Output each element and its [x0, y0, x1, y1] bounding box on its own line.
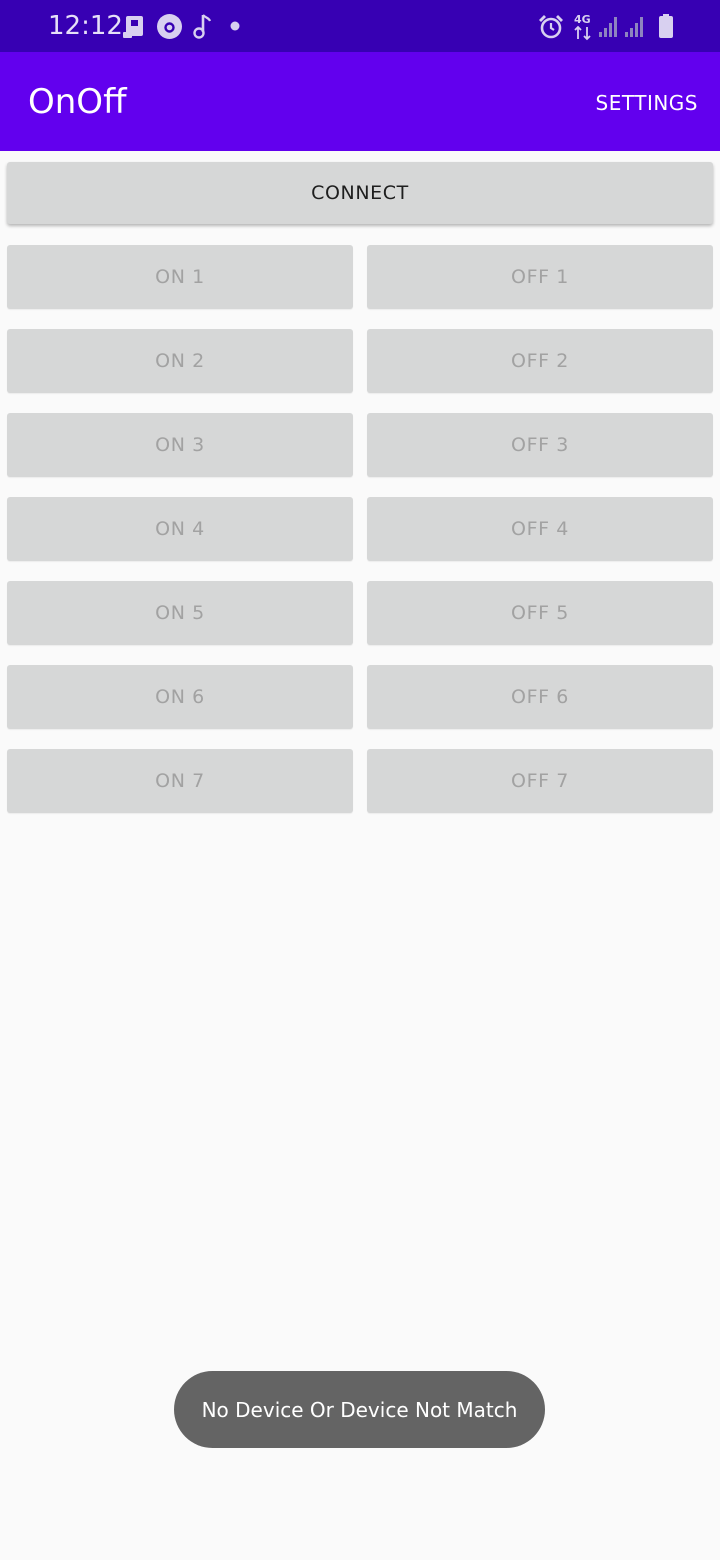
svg-text:4G: 4G: [574, 13, 591, 26]
app-bar: OnOff SETTINGS: [0, 52, 720, 151]
settings-button[interactable]: SETTINGS: [596, 90, 698, 116]
app-title: OnOff: [28, 82, 127, 122]
on-2-button[interactable]: ON 2: [7, 329, 353, 393]
off-6-button[interactable]: OFF 6: [367, 665, 713, 729]
on-7-button[interactable]: ON 7: [7, 749, 353, 813]
dot-icon: [230, 21, 240, 31]
status-time: 12:12: [48, 11, 123, 41]
off-1-button[interactable]: OFF 1: [367, 245, 713, 309]
on-5-button[interactable]: ON 5: [7, 581, 353, 645]
music-note-icon: [193, 14, 212, 39]
off-5-button[interactable]: OFF 5: [367, 581, 713, 645]
network-4g-icon: 4G: [574, 13, 591, 41]
toast-text: No Device Or Device Not Match: [201, 1397, 518, 1422]
connect-button[interactable]: CONNECT: [7, 162, 713, 224]
toast-message: No Device Or Device Not Match: [174, 1371, 545, 1448]
on-3-button[interactable]: ON 3: [7, 413, 353, 477]
status-bar: 12:12 4G: [0, 0, 720, 52]
off-4-button[interactable]: OFF 4: [367, 497, 713, 561]
alarm-icon: [539, 15, 563, 39]
signal-icon: [599, 17, 617, 37]
on-4-button[interactable]: ON 4: [7, 497, 353, 561]
screen-cast-icon: [123, 16, 143, 38]
off-3-button[interactable]: OFF 3: [367, 413, 713, 477]
notification-badge-icon: [157, 14, 182, 39]
off-7-button[interactable]: OFF 7: [367, 749, 713, 813]
on-6-button[interactable]: ON 6: [7, 665, 353, 729]
battery-icon: [659, 14, 673, 38]
on-1-button[interactable]: ON 1: [7, 245, 353, 309]
signal-icon: [625, 17, 643, 37]
off-2-button[interactable]: OFF 2: [367, 329, 713, 393]
